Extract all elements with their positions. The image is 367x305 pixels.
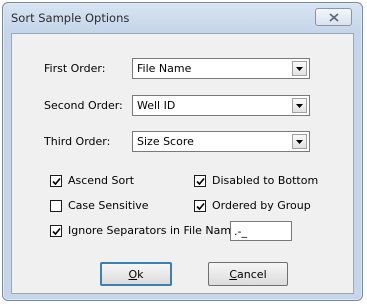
cancel-button-label: ancel bbox=[237, 267, 267, 281]
ascend-sort-checkbox[interactable] bbox=[50, 175, 62, 187]
first-order-dropdown-button[interactable] bbox=[292, 61, 307, 76]
checkmark-icon bbox=[195, 177, 205, 185]
first-order-select[interactable]: File Name bbox=[132, 58, 310, 79]
first-order-label: First Order: bbox=[44, 62, 106, 75]
third-order-label: Third Order: bbox=[44, 135, 111, 148]
cancel-button-accel: C bbox=[229, 267, 238, 281]
ascend-sort-label: Ascend Sort bbox=[68, 174, 135, 187]
separators-input[interactable]: .-_ bbox=[230, 221, 292, 241]
dialog-body: First Order: File Name Second Order: Wel… bbox=[11, 33, 354, 294]
cancel-button[interactable]: Cancel bbox=[208, 262, 288, 286]
chevron-down-icon bbox=[296, 139, 303, 144]
checkmark-icon bbox=[51, 177, 61, 185]
case-sensitive-checkbox[interactable] bbox=[50, 200, 62, 212]
second-order-select[interactable]: Well ID bbox=[132, 95, 310, 116]
ok-button[interactable]: Ok bbox=[100, 262, 172, 286]
title-bar: Sort Sample Options bbox=[3, 3, 362, 33]
second-order-dropdown-button[interactable] bbox=[292, 98, 307, 113]
ordered-by-group-checkbox[interactable] bbox=[194, 200, 206, 212]
chevron-down-icon bbox=[296, 66, 303, 71]
checkmark-icon bbox=[51, 227, 61, 235]
third-order-value: Size Score bbox=[137, 135, 194, 148]
ignore-separators-checkbox[interactable] bbox=[50, 225, 62, 237]
third-order-select[interactable]: Size Score bbox=[132, 131, 310, 152]
second-order-value: Well ID bbox=[137, 99, 176, 112]
ignore-separators-label: Ignore Separators in File Name: bbox=[68, 224, 242, 237]
close-button[interactable] bbox=[315, 8, 352, 26]
second-order-label: Second Order: bbox=[44, 99, 123, 112]
first-order-value: File Name bbox=[137, 62, 192, 75]
dialog-title: Sort Sample Options bbox=[11, 11, 130, 25]
case-sensitive-label: Case Sensitive bbox=[68, 199, 149, 212]
ok-button-accel: O bbox=[128, 267, 138, 281]
third-order-dropdown-button[interactable] bbox=[292, 134, 307, 149]
sort-sample-options-dialog: Sort Sample Options First Order: File Na… bbox=[2, 2, 363, 301]
ok-button-label: k bbox=[137, 267, 144, 281]
checkmark-icon bbox=[195, 202, 205, 210]
close-icon bbox=[328, 12, 339, 22]
ordered-by-group-label: Ordered by Group bbox=[212, 199, 311, 212]
disabled-to-bottom-label: Disabled to Bottom bbox=[212, 174, 319, 187]
chevron-down-icon bbox=[296, 103, 303, 108]
disabled-to-bottom-checkbox[interactable] bbox=[194, 175, 206, 187]
